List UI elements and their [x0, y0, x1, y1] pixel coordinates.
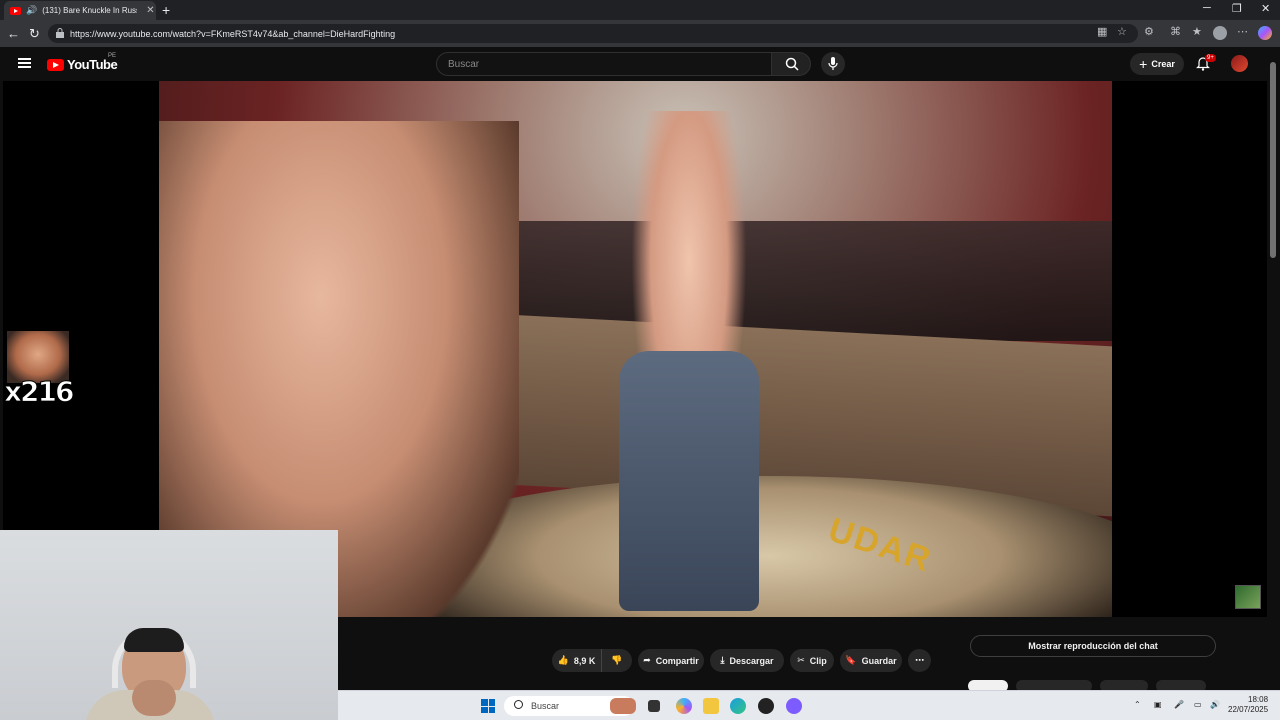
search-icon [785, 57, 799, 71]
voice-search-button[interactable] [821, 52, 845, 76]
like-dislike-group: 👍 8,9 K 👎 [552, 649, 632, 672]
save-button[interactable]: 🔖 Guardar [840, 649, 902, 672]
reload-icon[interactable]: ↻ [29, 26, 40, 42]
youtube-logo-text: YouTube [67, 57, 118, 72]
thumbs-up-icon: 👍 [557, 655, 569, 665]
tray-display-icon[interactable]: ▭ [1194, 700, 1202, 709]
video-fighter-jeans [619, 351, 759, 611]
microphone-icon [828, 57, 838, 70]
profile-avatar[interactable] [1213, 26, 1227, 40]
reader-icon[interactable]: ▦ [1097, 25, 1107, 38]
chrome-app-icon[interactable] [758, 698, 774, 714]
create-button[interactable]: + Crear [1130, 53, 1184, 75]
person-hair [124, 628, 184, 652]
more-dots-icon: ⋯ [915, 655, 924, 665]
new-tab-button[interactable]: + [162, 2, 170, 18]
scissors-icon: ✂ [797, 655, 805, 665]
favorites-icon[interactable]: ★ [1192, 25, 1202, 38]
puzzle-icon[interactable]: ⌘ [1170, 25, 1181, 38]
taskbar-clock[interactable]: 18:08 22/07/2025 [1228, 695, 1268, 715]
bookmark-icon: 🔖 [845, 655, 857, 665]
maximize-button[interactable]: ❐ [1232, 2, 1242, 15]
download-button[interactable]: ⤓ Descargar [710, 649, 784, 672]
youtube-logo[interactable]: YouTube [47, 57, 118, 72]
hamburger-menu-icon[interactable] [18, 58, 31, 68]
url-field[interactable]: https://www.youtube.com/watch?v=FKmeRST4… [48, 24, 1138, 43]
like-count: 8,9 K [573, 655, 596, 666]
clock-date: 22/07/2025 [1228, 705, 1269, 714]
page-scrollbar[interactable] [1270, 62, 1276, 258]
minimize-button[interactable]: ─ [1203, 2, 1211, 14]
file-explorer-icon[interactable] [703, 698, 719, 714]
streamer-webcam [0, 530, 338, 720]
menu-dots-icon[interactable]: ⋯ [1237, 25, 1248, 38]
show-chat-replay-button[interactable]: Mostrar reproducción del chat [970, 635, 1216, 657]
download-icon: ⤓ [720, 655, 725, 665]
tray-mic-icon[interactable]: 🎤 [1174, 700, 1184, 709]
person-hand [132, 680, 176, 716]
notification-badge: 9+ [1205, 54, 1216, 62]
copilot-taskbar-icon[interactable] [676, 698, 692, 714]
country-code: PE [108, 53, 117, 59]
extension-icon[interactable]: ⚙ [1144, 25, 1154, 38]
clock-time: 18:08 [1248, 695, 1269, 704]
dislike-button[interactable]: 👎 [602, 649, 632, 672]
stream-emote-overlay: x216 [4, 331, 75, 411]
discord-icon[interactable] [786, 698, 802, 714]
search-button[interactable] [771, 52, 811, 76]
tab-title: (131) Bare Knuckle In Russia [42, 6, 138, 15]
channel-avatar[interactable] [1231, 55, 1248, 72]
tray-volume-icon[interactable]: 🔊 [1210, 700, 1220, 709]
youtube-header: YouTube PE Buscar + Crear 9+ [0, 47, 1280, 81]
windows-taskbar: Buscar ⌃ ▣ 🎤 ▭ 🔊 18:08 22/07/2025 [338, 690, 1280, 720]
clip-label: Clip [809, 655, 827, 666]
tab-close-icon[interactable]: ✕ [146, 5, 154, 16]
taskbar-search-label: Buscar [531, 701, 560, 711]
channel-watermark[interactable] [1235, 585, 1261, 609]
windows-start-icon[interactable] [481, 699, 495, 713]
emote-count: x216 [4, 375, 75, 409]
browser-tab[interactable]: 🔊 (131) Bare Knuckle In Russia ✕ [4, 1, 156, 20]
create-label: Crear [1151, 59, 1175, 69]
back-arrow-icon[interactable]: ← [7, 26, 20, 41]
share-button[interactable]: ➦ Compartir [638, 649, 704, 672]
video-actions: 👍 8,9 K 👎 ➦ Compartir ⤓ Descargar ✂ Clip… [552, 649, 931, 672]
like-button[interactable]: 👍 8,9 K [552, 649, 602, 672]
tray-chevron-icon[interactable]: ⌃ [1134, 700, 1141, 709]
close-window-button[interactable]: ✕ [1261, 2, 1270, 15]
taskbar-search-icon [514, 700, 523, 709]
tray-app-icon[interactable]: ▣ [1154, 700, 1162, 709]
youtube-favicon-icon [10, 6, 21, 15]
address-bar-row: ← ↻ https://www.youtube.com/watch?v=FKme… [0, 20, 1280, 47]
search-input[interactable]: Buscar [436, 52, 772, 76]
more-actions-button[interactable]: ⋯ [908, 649, 931, 672]
download-label: Descargar [729, 655, 774, 666]
save-label: Guardar [861, 655, 897, 666]
plus-icon: + [1139, 56, 1148, 72]
show-chat-replay-label: Mostrar reproducción del chat [1028, 641, 1158, 651]
copilot-icon[interactable] [1258, 26, 1272, 40]
browser-tab-bar: 🔊 (131) Bare Knuckle In Russia ✕ + ─ ❐ ✕ [0, 0, 1280, 20]
share-icon: ➦ [643, 655, 651, 665]
share-label: Compartir [655, 655, 699, 666]
clip-button[interactable]: ✂ Clip [790, 649, 834, 672]
thumbs-down-icon: 👎 [611, 655, 623, 665]
favorite-star-icon[interactable]: ☆ [1117, 25, 1127, 38]
task-view-icon[interactable] [648, 700, 660, 712]
search-placeholder: Buscar [448, 58, 480, 70]
taskbar-widget-icon[interactable] [610, 698, 636, 714]
edge-browser-icon[interactable] [730, 698, 746, 714]
youtube-logo-icon [47, 58, 64, 71]
url-text: https://www.youtube.com/watch?v=FKmeRST4… [70, 28, 396, 39]
lock-icon [56, 28, 64, 38]
speaker-icon[interactable]: 🔊 [26, 5, 37, 16]
